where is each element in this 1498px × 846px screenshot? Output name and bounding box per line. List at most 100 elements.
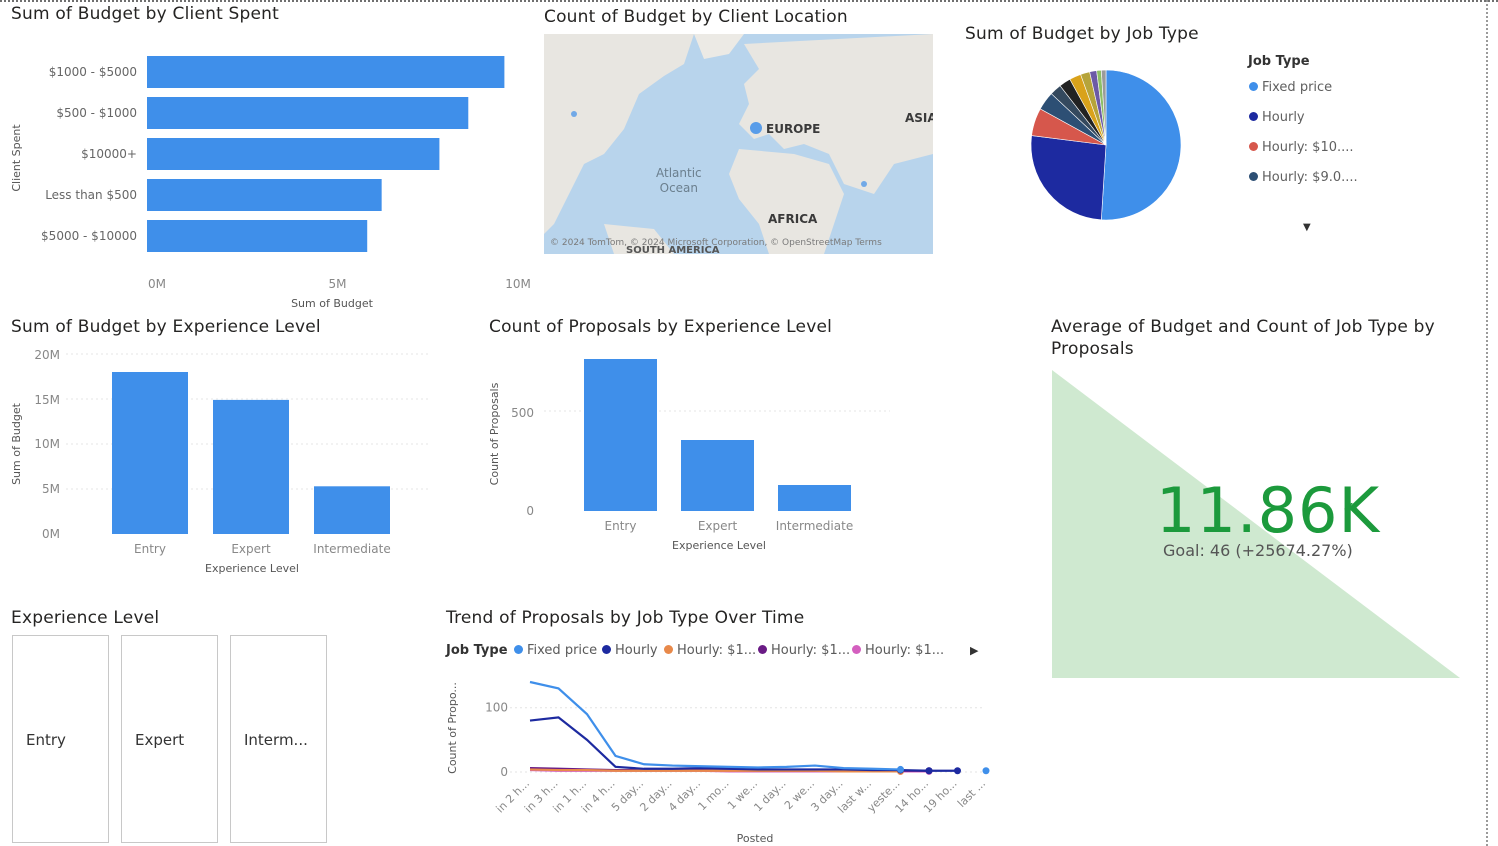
category-label: Entry bbox=[605, 519, 637, 533]
x-axis-title: Sum of Budget bbox=[291, 297, 374, 310]
slicer-title: Experience Level bbox=[11, 608, 160, 628]
category-label: Intermediate bbox=[313, 542, 390, 556]
data-point[interactable] bbox=[954, 767, 961, 775]
bar[interactable] bbox=[584, 359, 657, 511]
ocean-line2: Ocean bbox=[659, 181, 699, 195]
kpi-check-icon: ✓ bbox=[1342, 498, 1356, 517]
y-tick-label: 100 bbox=[485, 701, 508, 715]
x-tick-label: last ... bbox=[955, 777, 988, 810]
pie-legend-title: Job Type bbox=[1248, 54, 1310, 69]
category-label: $1000 - $5000 bbox=[49, 65, 137, 79]
right-border bbox=[1486, 0, 1488, 846]
pie-legend-item[interactable]: Hourly: $9.0.... bbox=[1249, 170, 1358, 185]
legend-label: Hourly: $9.0.... bbox=[1262, 170, 1358, 185]
bar-chart-client-spent[interactable]: $1000 - $5000 $500 - $1000 $10000+ Less tha… bbox=[0, 40, 540, 315]
bar-chart-budget-experience[interactable]: Entry Expert Intermediate 20M 15M 10M 5M 0M Expe… bbox=[0, 340, 440, 580]
trend-title: Trend of Proposals by Job Type Over Time bbox=[446, 608, 805, 628]
legend-dot-icon bbox=[1249, 82, 1258, 91]
y-tick-label: 10M bbox=[34, 437, 60, 451]
x-tick-label: 0M bbox=[148, 277, 166, 291]
india-bubble[interactable] bbox=[861, 181, 867, 187]
bar[interactable] bbox=[112, 372, 188, 534]
legend-dot-icon bbox=[602, 645, 611, 654]
map-label-asia: ASIA bbox=[905, 111, 933, 125]
x-tick-label: 4 day... bbox=[666, 777, 703, 814]
legend-dot-icon bbox=[514, 645, 523, 654]
legend-dot-icon bbox=[1249, 142, 1258, 151]
trend-legend-item[interactable]: Hourly: $1... bbox=[852, 643, 944, 658]
trend-legend-item[interactable]: Fixed price bbox=[514, 643, 597, 658]
legend-label: Hourly bbox=[1262, 110, 1305, 125]
category-label: Entry bbox=[134, 542, 166, 556]
category-label: $500 - $1000 bbox=[56, 106, 137, 120]
x-tick-label: 1 day... bbox=[751, 777, 788, 814]
slicer-label: Expert bbox=[135, 731, 185, 749]
bar-chart-proposals-experience[interactable]: Entry Expert Intermediate 500 0 Experience Le… bbox=[480, 340, 900, 560]
data-point[interactable] bbox=[982, 767, 990, 775]
pie-chart-job-type[interactable] bbox=[1020, 60, 1200, 230]
trend-legend-title: Job Type bbox=[446, 643, 508, 658]
y-tick-label: 15M bbox=[34, 393, 60, 407]
x-axis-title: Posted bbox=[737, 832, 774, 845]
trend-legend-item[interactable]: Hourly: $1... bbox=[758, 643, 850, 658]
europe-bubble[interactable] bbox=[750, 122, 762, 134]
trend-legend-item[interactable]: Hourly: $1... bbox=[664, 643, 756, 658]
kpi-title-line1: Average of Budget and Count of Job Type … bbox=[1051, 317, 1435, 337]
bar-client-spent[interactable] bbox=[147, 97, 469, 129]
map-label-africa: AFRICA bbox=[768, 212, 818, 226]
bar-client-spent[interactable] bbox=[147, 56, 505, 88]
trend-line-chart[interactable]: 1000in 2 h...in 3 h...in 1 h...in 4 h...… bbox=[440, 670, 1000, 846]
chart-title-proposals-experience: Count of Proposals by Experience Level bbox=[489, 317, 833, 337]
legend-dot-icon bbox=[1249, 112, 1258, 121]
pie-slice[interactable] bbox=[1030, 135, 1107, 221]
slicer-label: Entry bbox=[26, 731, 66, 749]
legend-label: Fixed price bbox=[1262, 80, 1333, 95]
category-label: Expert bbox=[231, 542, 271, 556]
data-point[interactable] bbox=[925, 767, 933, 775]
data-point[interactable] bbox=[897, 765, 904, 773]
series-line[interactable] bbox=[530, 682, 986, 771]
bar[interactable] bbox=[778, 485, 851, 511]
x-axis-title: Experience Level bbox=[205, 562, 299, 575]
slicer-tile-expert[interactable]: Expert bbox=[121, 635, 218, 843]
bar-client-spent[interactable] bbox=[147, 179, 382, 211]
legend-dot-icon bbox=[664, 645, 673, 654]
y-axis-title: Sum of Budget bbox=[10, 402, 23, 485]
slicer-tile-intermediate[interactable]: Interm... bbox=[230, 635, 327, 843]
client-location-map[interactable]: EUROPE ASIA AFRICA Atlantic Ocean SOUTH … bbox=[544, 34, 933, 254]
legend-scroll-down-icon[interactable]: ▼ bbox=[1303, 222, 1311, 233]
top-border bbox=[0, 0, 1498, 2]
slicer-tile-entry[interactable]: Entry bbox=[12, 635, 109, 843]
y-tick-label: 0 bbox=[526, 504, 534, 518]
map-canvas bbox=[544, 34, 933, 254]
pie-slice[interactable] bbox=[1100, 69, 1182, 221]
legend-label: Fixed price bbox=[527, 643, 598, 658]
bar-client-spent[interactable] bbox=[147, 138, 440, 170]
legend-label: Hourly: $1... bbox=[865, 643, 945, 658]
pie-legend-item[interactable]: Fixed price bbox=[1249, 80, 1332, 95]
map-copyright: © 2024 TomTom, © 2024 Microsoft Corporat… bbox=[550, 238, 882, 248]
na-bubble[interactable] bbox=[571, 111, 577, 117]
x-tick-label: 5M bbox=[329, 277, 347, 291]
pie-legend-item[interactable]: Hourly: $10.... bbox=[1249, 140, 1354, 155]
legend-label: Hourly: $1... bbox=[771, 643, 851, 658]
bar[interactable] bbox=[213, 399, 289, 534]
chart-title-client-spent: Sum of Budget by Client Spent bbox=[11, 4, 280, 24]
y-axis-title: Count of Proposals bbox=[488, 382, 501, 485]
category-label: Intermediate bbox=[776, 519, 853, 533]
kpi-goal: Goal: 46 (+25674.27%) bbox=[1163, 541, 1353, 560]
ocean-line1: Atlantic bbox=[656, 166, 702, 180]
category-label: $5000 - $10000 bbox=[41, 229, 137, 243]
y-tick-label: 5M bbox=[42, 482, 60, 496]
legend-dot-icon bbox=[758, 645, 767, 654]
y-axis-title: Client Spent bbox=[10, 124, 23, 192]
legend-next-icon[interactable]: ▶ bbox=[970, 644, 978, 657]
trend-legend-item[interactable]: Hourly bbox=[602, 643, 658, 658]
bar[interactable] bbox=[314, 486, 390, 534]
pie-legend-item[interactable]: Hourly bbox=[1249, 110, 1305, 125]
bar[interactable] bbox=[681, 440, 754, 511]
y-tick-label: 0M bbox=[42, 527, 60, 541]
bar-client-spent[interactable] bbox=[147, 220, 368, 252]
y-tick-label: 0 bbox=[500, 765, 508, 779]
legend-dot-icon bbox=[852, 645, 861, 654]
